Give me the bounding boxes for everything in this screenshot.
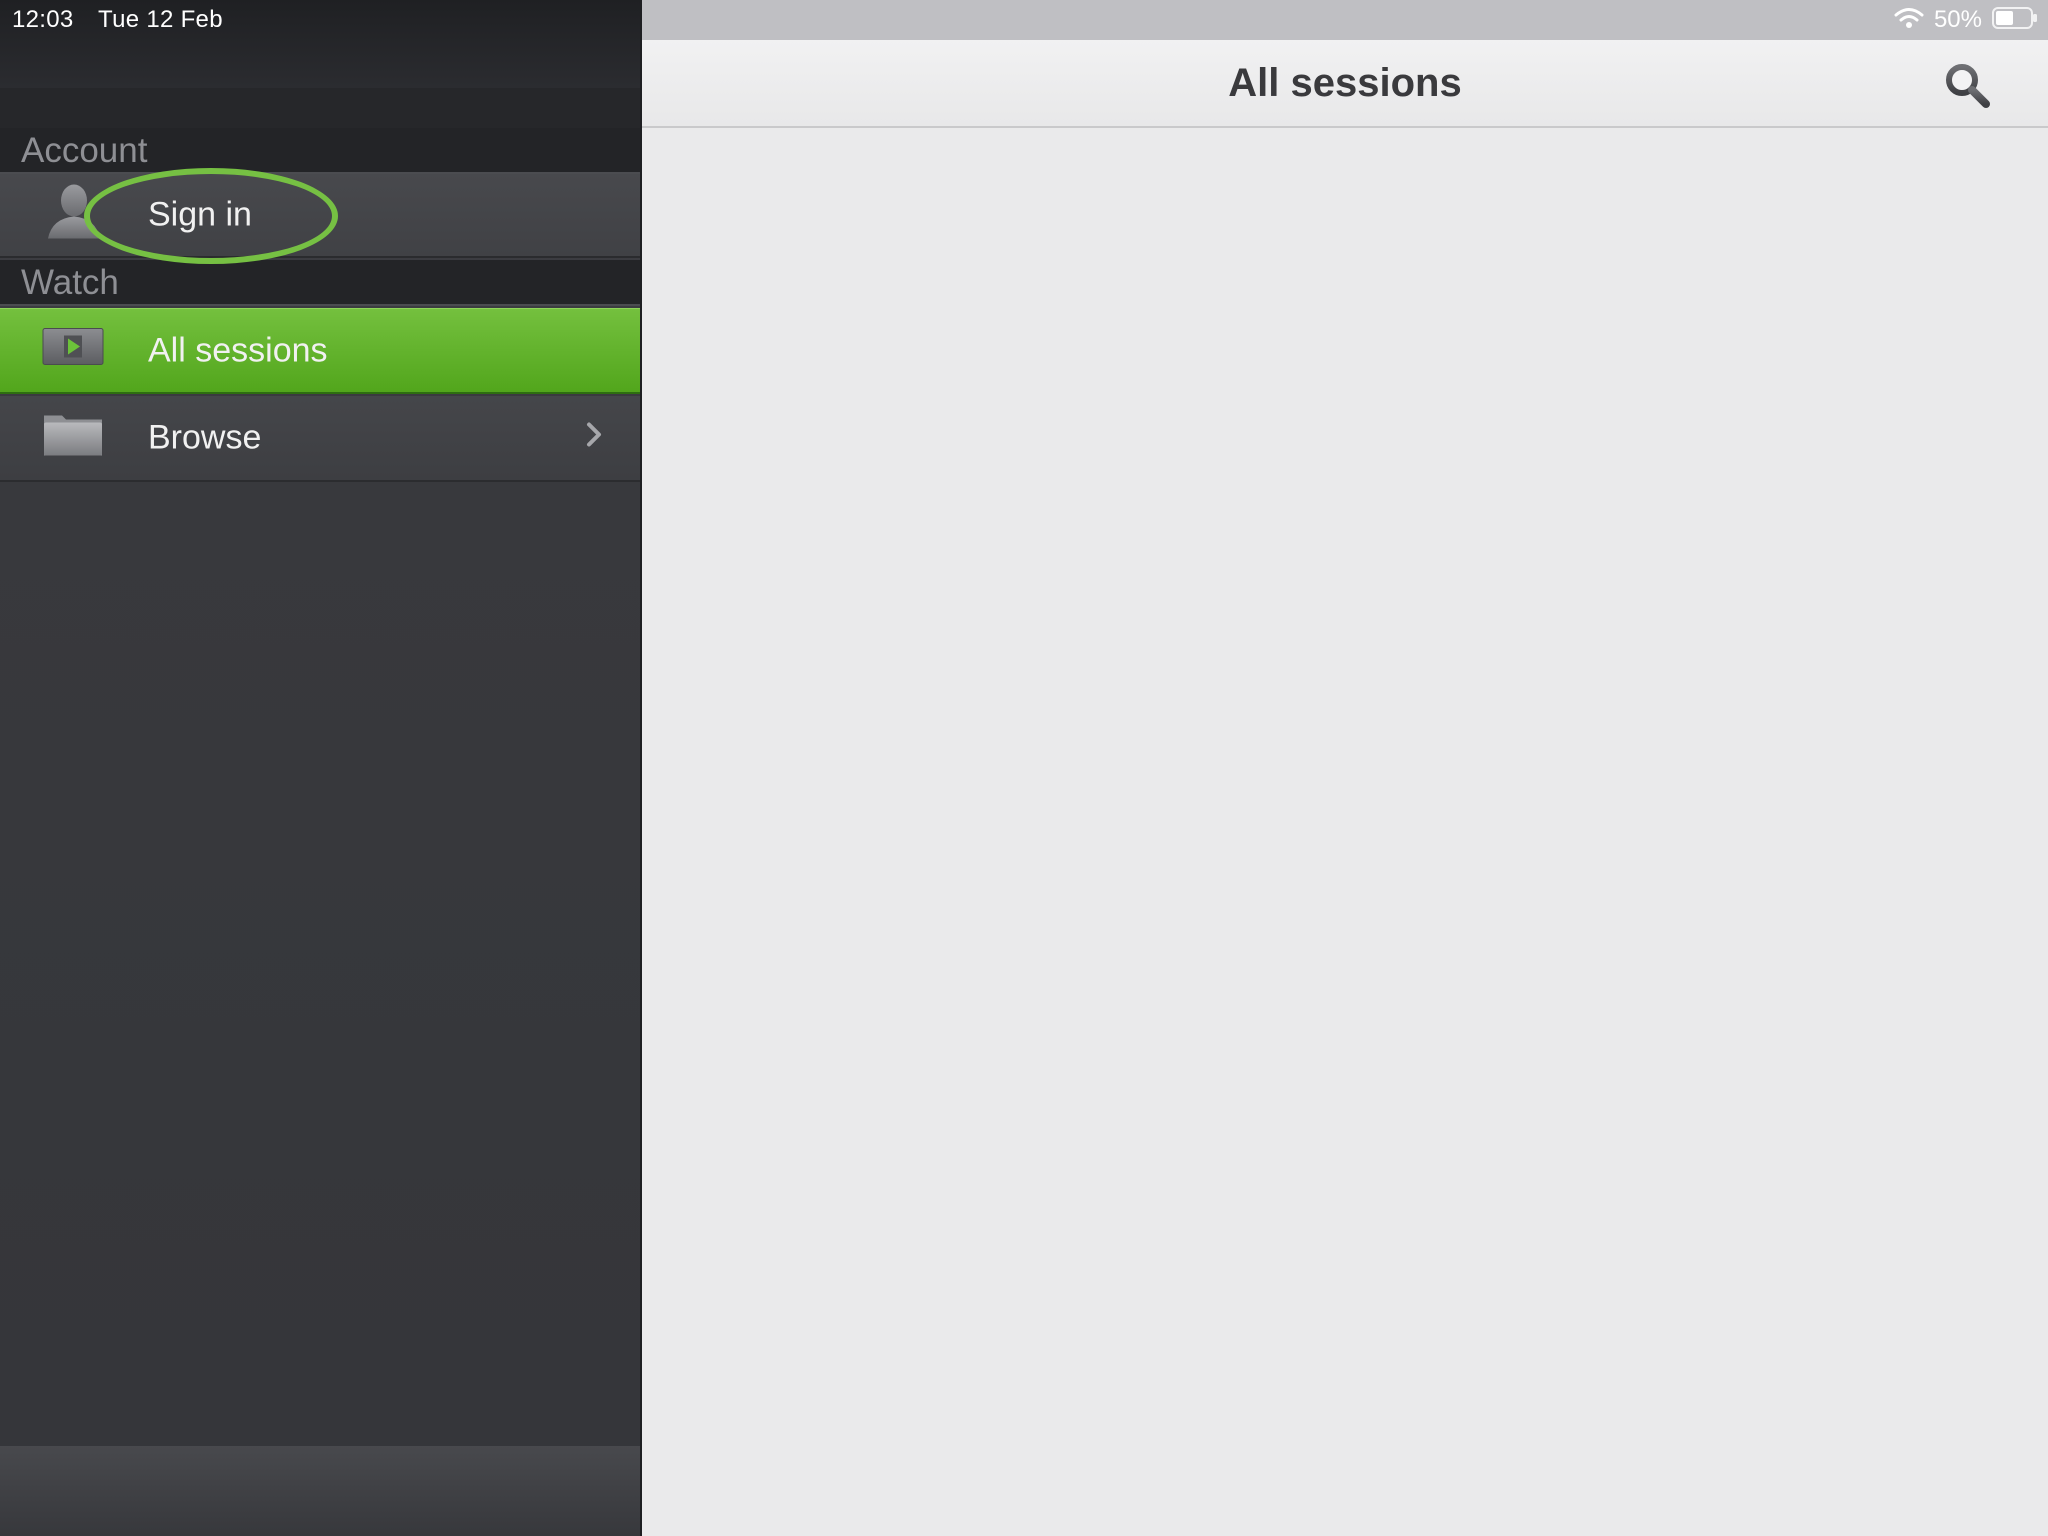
sidebar-item-browse[interactable]: Browse xyxy=(0,396,640,482)
status-time: 12:03 xyxy=(12,6,74,33)
status-bar-left: 12:03 Tue 12 Feb xyxy=(0,0,640,88)
folder-icon xyxy=(42,410,104,467)
all-sessions-label: All sessions xyxy=(148,331,328,369)
status-indicators: 50% xyxy=(1894,0,2048,40)
sessions-content-area xyxy=(642,128,2048,1536)
status-bar-right: 50% xyxy=(642,0,2048,40)
sidebar-item-all-sessions[interactable]: All sessions xyxy=(0,308,640,394)
page-title: All sessions xyxy=(1228,61,1462,105)
main-pane: 50% All sessions xyxy=(640,0,2048,1536)
sign-in-label: Sign in xyxy=(148,195,252,234)
battery-icon xyxy=(1992,6,2038,35)
section-header-account: Account xyxy=(0,128,640,174)
sidebar-bottom-bar xyxy=(0,1446,640,1536)
browse-label: Browse xyxy=(148,418,262,457)
sidebar-item-sign-in[interactable]: Sign in xyxy=(0,174,640,258)
status-date: Tue 12 Feb xyxy=(98,6,223,33)
person-icon xyxy=(42,181,106,250)
search-icon xyxy=(1942,64,1992,114)
wifi-icon xyxy=(1894,6,1924,35)
section-header-watch: Watch xyxy=(0,260,640,306)
play-icon xyxy=(42,326,104,375)
chevron-right-icon xyxy=(584,419,604,458)
sidebar: 12:03 Tue 12 Feb Account Sign in Watch A… xyxy=(0,0,640,1536)
battery-percentage: 50% xyxy=(1933,6,1982,33)
sidebar-toolbar xyxy=(0,88,640,129)
navigation-bar: All sessions xyxy=(642,40,2048,128)
search-button[interactable] xyxy=(1942,60,1992,110)
app-screen: 12:03 Tue 12 Feb Account Sign in Watch A… xyxy=(0,0,2048,1536)
